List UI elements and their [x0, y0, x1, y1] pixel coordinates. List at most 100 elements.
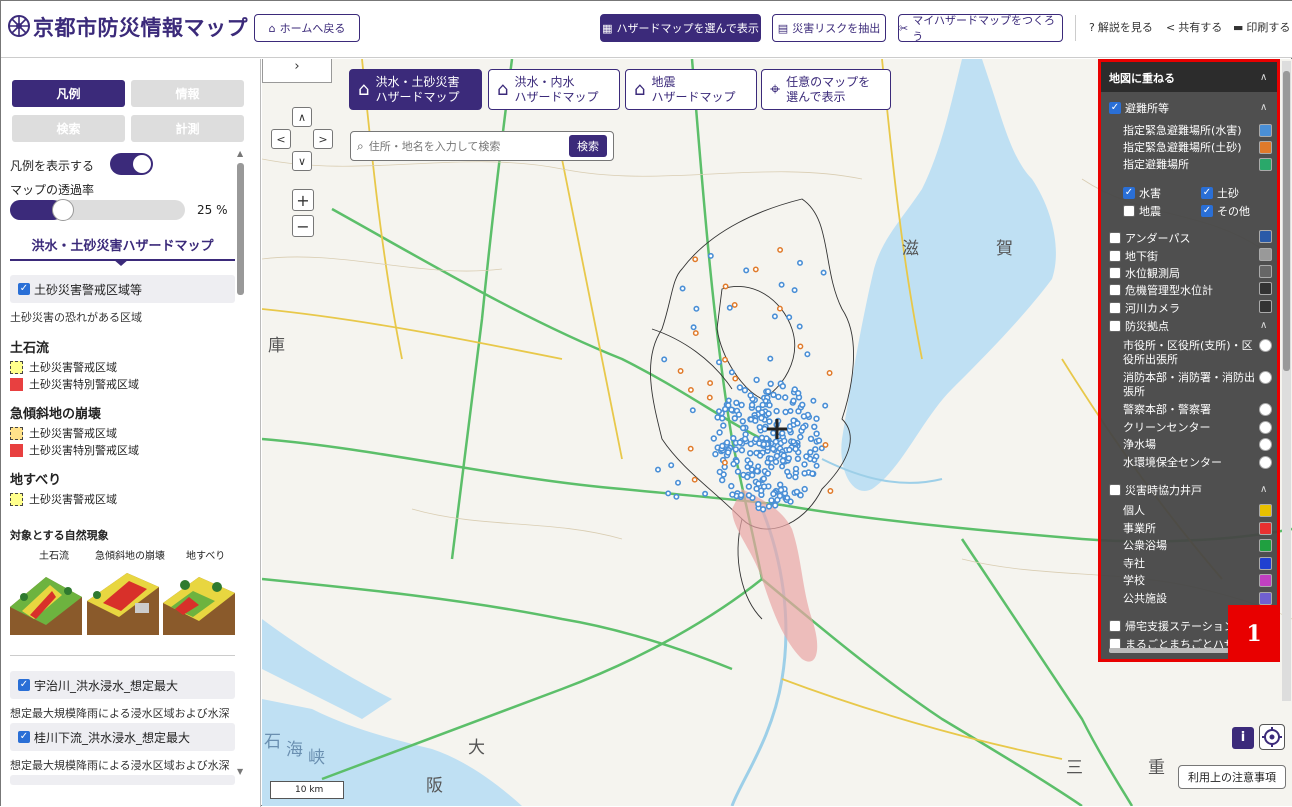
map-scrollbar[interactable]	[1283, 71, 1290, 371]
checkbox-checked-icon[interactable]: ✓	[1201, 187, 1213, 199]
shelter-marker[interactable]	[761, 425, 768, 433]
layer-katsura-river[interactable]: ✓ 桂川下流_洪水浸水_想定最大	[10, 723, 235, 751]
shelter-marker[interactable]	[668, 462, 675, 469]
overlay-wells[interactable]: 災害時協力井戸	[1109, 482, 1202, 498]
checkbox-unchecked-icon[interactable]	[1109, 232, 1121, 244]
shelter-marker[interactable]	[797, 343, 804, 350]
shelter-marker[interactable]	[779, 463, 786, 470]
shelter-marker[interactable]	[731, 301, 738, 308]
shelter-marker[interactable]	[741, 387, 749, 394]
collapse-chevron-icon[interactable]: ∧	[1260, 484, 1267, 495]
shelter-marker[interactable]	[760, 441, 767, 448]
shelter-marker[interactable]	[758, 487, 765, 494]
scroll-down-icon[interactable]: ▼	[237, 767, 243, 776]
current-location-button[interactable]	[1259, 724, 1285, 750]
checkbox-checked-icon[interactable]: ✓	[18, 283, 30, 295]
checkbox-unchecked-icon[interactable]	[1109, 484, 1121, 496]
pan-up-button[interactable]: ∧	[292, 107, 312, 127]
shelter-marker[interactable]	[767, 380, 774, 387]
tab-earthquake-hazard[interactable]: ⌂ 地震 ハザードマップ	[625, 69, 757, 110]
checkbox-checked-icon[interactable]: ✓	[18, 679, 30, 691]
shelter-marker[interactable]	[801, 461, 808, 468]
overlay-item[interactable]: 防災拠点	[1109, 318, 1169, 334]
shelter-marker[interactable]	[766, 418, 773, 425]
shelter-marker[interactable]	[722, 356, 728, 363]
layer-sediment-warning[interactable]: ✓ 土砂災害警戒区域等	[10, 275, 235, 303]
shelter-marker[interactable]	[728, 406, 735, 413]
shelter-marker[interactable]	[807, 449, 814, 456]
shelter-marker[interactable]	[679, 285, 686, 292]
shelter-marker[interactable]	[735, 411, 743, 418]
layer-next-partial[interactable]	[10, 775, 235, 785]
filter-other[interactable]: ✓ その他	[1201, 203, 1250, 219]
shelter-marker[interactable]	[776, 305, 783, 312]
shelter-marker[interactable]	[743, 267, 750, 274]
pan-down-button[interactable]: ∨	[292, 151, 312, 171]
shelter-marker[interactable]	[739, 424, 747, 432]
shelter-marker[interactable]	[827, 488, 834, 494]
shelter-marker[interactable]	[762, 397, 769, 404]
shelter-marker[interactable]	[689, 407, 696, 414]
extract-risk-button[interactable]: ▤ 災害リスクを抽出	[772, 14, 886, 42]
shelter-marker[interactable]	[801, 470, 808, 477]
shelter-marker[interactable]	[722, 283, 729, 290]
shelter-marker[interactable]	[775, 393, 782, 401]
help-link[interactable]: ? 解説を見る	[1089, 19, 1153, 35]
shelter-marker[interactable]	[734, 468, 742, 475]
shelter-marker[interactable]	[796, 259, 803, 266]
shelter-marker[interactable]	[726, 304, 733, 311]
shelter-marker[interactable]	[736, 439, 744, 446]
shelter-marker[interactable]	[787, 407, 794, 414]
shelter-marker[interactable]	[719, 442, 726, 450]
checkbox-unchecked-icon[interactable]	[1109, 284, 1121, 296]
shelter-marker[interactable]	[654, 466, 661, 473]
checkbox-checked-icon[interactable]: ✓	[1109, 102, 1121, 114]
shelter-marker[interactable]	[748, 401, 756, 409]
shelter-marker[interactable]	[758, 409, 766, 416]
shelter-marker[interactable]	[810, 397, 817, 404]
shelter-marker[interactable]	[768, 497, 775, 504]
shelter-marker[interactable]	[767, 355, 774, 362]
usage-notice-button[interactable]: 利用上の注意事項	[1178, 765, 1286, 789]
overlay-item[interactable]: 地下街	[1109, 248, 1158, 264]
shelter-marker[interactable]	[723, 439, 731, 446]
shelter-marker[interactable]	[786, 314, 793, 321]
shelter-marker[interactable]	[822, 441, 829, 448]
expand-panel-button[interactable]: ›	[262, 59, 332, 83]
shelter-marker[interactable]	[692, 256, 699, 263]
home-button[interactable]: ⌂ ホームへ戻る	[254, 14, 360, 42]
shelter-marker[interactable]	[781, 394, 789, 401]
shelter-marker[interactable]	[791, 287, 798, 294]
shelter-marker[interactable]	[772, 502, 779, 509]
shelter-marker[interactable]	[707, 380, 714, 387]
shelter-marker[interactable]	[792, 465, 800, 473]
shelter-marker[interactable]	[756, 452, 764, 459]
shelter-marker[interactable]	[673, 493, 680, 500]
overlay-return-support[interactable]: 帰宅支援ステーション	[1109, 618, 1235, 634]
shelter-marker[interactable]	[747, 440, 755, 448]
shelter-marker[interactable]	[665, 490, 672, 497]
overlay-item[interactable]: 河川カメラ	[1109, 300, 1180, 316]
shelter-marker[interactable]	[812, 446, 819, 453]
shelter-marker[interactable]	[758, 414, 765, 422]
shelter-marker[interactable]	[720, 422, 727, 429]
shelter-marker[interactable]	[794, 420, 801, 427]
shelter-marker[interactable]	[687, 386, 694, 393]
shelter-marker[interactable]	[753, 467, 761, 475]
opacity-slider[interactable]	[10, 199, 185, 221]
show-legend-toggle[interactable]	[110, 153, 153, 175]
shelter-marker[interactable]	[707, 252, 714, 259]
shelter-marker[interactable]	[776, 492, 784, 500]
shelter-marker[interactable]	[702, 490, 709, 497]
collapse-chevron-icon[interactable]: ∧	[1260, 72, 1267, 83]
shelter-marker[interactable]	[807, 435, 815, 442]
shelter-marker[interactable]	[728, 482, 735, 490]
shelter-marker[interactable]	[764, 388, 772, 395]
shelter-marker[interactable]	[811, 456, 818, 463]
shelter-marker[interactable]	[781, 437, 788, 445]
shelter-marker[interactable]	[780, 452, 787, 459]
shelter-marker[interactable]	[661, 356, 668, 363]
overlay-horizontal-scrollbar[interactable]	[1109, 648, 1229, 653]
shelter-marker[interactable]	[729, 491, 736, 498]
tab-search[interactable]: 検索	[12, 115, 125, 142]
